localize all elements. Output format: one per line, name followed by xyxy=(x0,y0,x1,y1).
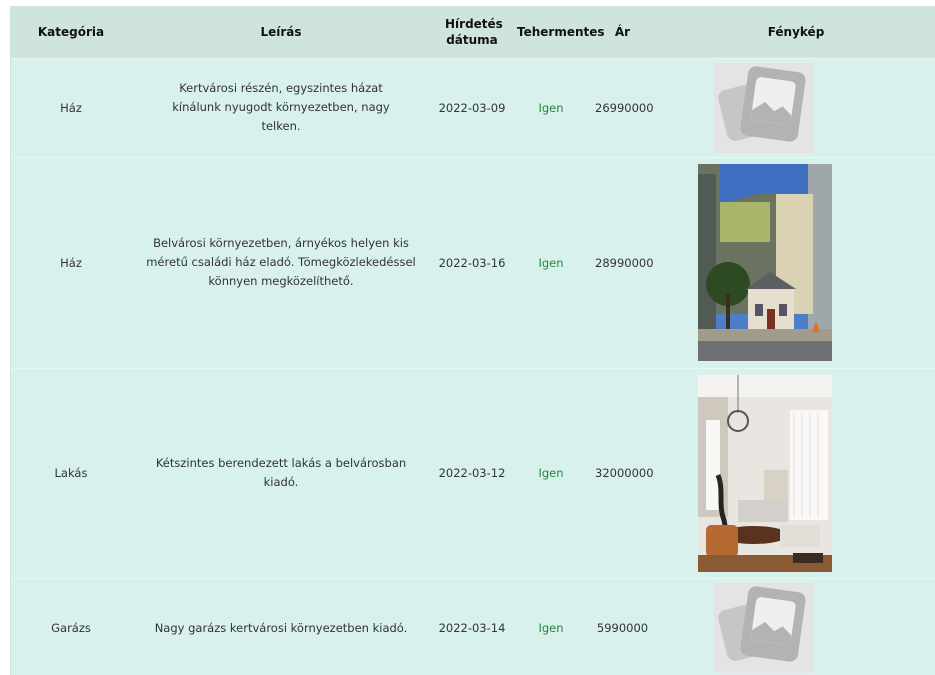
column-header-unencumbered: Tehermentes xyxy=(517,24,605,39)
cell-photo xyxy=(656,368,935,578)
column-header-date: Hírdetés dátuma xyxy=(445,16,503,47)
cell-description: Nagy garázs kertvárosi környezetben kiad… xyxy=(154,620,408,635)
cell-unencumbered: Igen xyxy=(538,621,564,636)
house-photo xyxy=(698,164,832,361)
cell-category: Lakás xyxy=(54,466,88,480)
table-row: Ház Kertvárosi részén, egyszintes házat … xyxy=(11,58,935,157)
listings-table: Kategória Leírás Hírdetés dátuma Teherme… xyxy=(11,6,935,675)
cell-category: Garázs xyxy=(51,621,91,636)
cell-date: 2022-03-14 xyxy=(438,621,506,636)
column-header-photo: Fénykép xyxy=(767,24,825,39)
cell-price: 28990000 xyxy=(595,255,654,270)
table-header-row: Kategória Leírás Hírdetés dátuma Teherme… xyxy=(11,6,935,58)
table-row: Ház Belvárosi környezetben, árnyékos hel… xyxy=(11,157,935,368)
table-row: Lakás Kétszintes berendezett lakás a bel… xyxy=(11,368,935,578)
placeholder-image-icon xyxy=(714,62,814,153)
cell-unencumbered: Igen xyxy=(538,466,564,480)
apartment-photo xyxy=(698,374,832,572)
column-header-description: Leírás xyxy=(260,24,302,39)
listings-table-container: Kategória Leírás Hírdetés dátuma Teherme… xyxy=(10,6,935,675)
cell-unencumbered: Igen xyxy=(538,255,564,270)
cell-price: 32000000 xyxy=(595,466,654,480)
cell-category: Ház xyxy=(60,255,82,270)
cell-photo xyxy=(656,578,935,675)
table-row: Garázs Nagy garázs kertvárosi környezetb… xyxy=(11,578,935,675)
cell-category: Ház xyxy=(60,100,82,115)
cell-description: Kertvárosi részén, egyszintes házat kíná… xyxy=(172,81,390,133)
cell-description: Kétszintes berendezett lakás a belvárosb… xyxy=(155,456,407,489)
cell-date: 2022-03-12 xyxy=(438,466,506,480)
column-header-category: Kategória xyxy=(37,24,105,39)
cell-date: 2022-03-09 xyxy=(438,100,506,115)
placeholder-image-icon xyxy=(714,583,814,674)
cell-unencumbered: Igen xyxy=(538,100,564,115)
cell-photo xyxy=(656,157,935,368)
cell-date: 2022-03-16 xyxy=(438,255,506,270)
cell-price: 26990000 xyxy=(595,100,654,115)
cell-photo xyxy=(656,58,935,157)
cell-description: Belvárosi környezetben, árnyékos helyen … xyxy=(146,236,416,288)
cell-price: 5990000 xyxy=(596,621,649,636)
